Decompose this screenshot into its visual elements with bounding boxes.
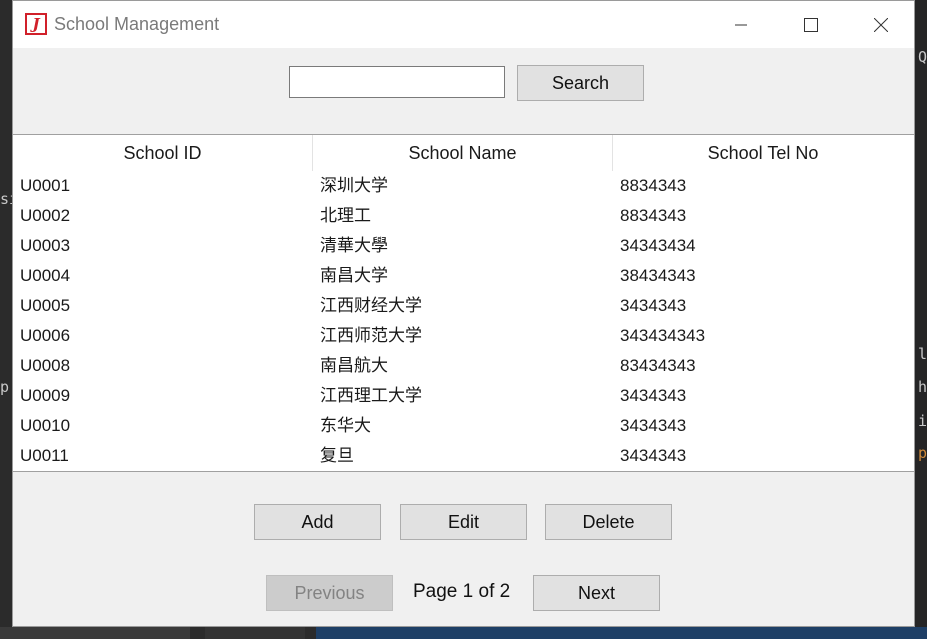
add-button[interactable]: Add bbox=[254, 504, 381, 540]
background-text: i bbox=[918, 412, 927, 430]
page-indicator: Page 1 of 2 bbox=[413, 581, 511, 602]
cell-school-id: U0006 bbox=[20, 326, 71, 345]
cell-school-name: 清華大學 bbox=[320, 236, 388, 255]
table-row[interactable]: U0005 江西财经大学 3434343 bbox=[13, 291, 913, 321]
cell-school-id: U0001 bbox=[20, 176, 71, 195]
close-button[interactable] bbox=[858, 1, 904, 48]
previous-button[interactable]: Previous bbox=[266, 575, 393, 611]
cell-school-id: U0011 bbox=[20, 446, 69, 465]
background-text: Q bbox=[918, 48, 927, 66]
background-text: h bbox=[918, 378, 927, 396]
cell-school-name: 江西财经大学 bbox=[320, 296, 422, 315]
cell-school-id: U0008 bbox=[20, 356, 71, 375]
schools-table[interactable]: School ID School Name School Tel No U000… bbox=[13, 134, 914, 472]
table-row[interactable]: U0001 深圳大学 8834343 bbox=[13, 171, 913, 201]
minimize-icon bbox=[735, 24, 747, 25]
cell-school-name: 东华大 bbox=[320, 416, 371, 435]
table-row[interactable]: U0008 南昌航大 83434343 bbox=[13, 351, 913, 381]
table-row[interactable]: U0004 南昌大学 38434343 bbox=[13, 261, 913, 291]
next-button[interactable]: Next bbox=[533, 575, 660, 611]
cell-school-tel: 3434343 bbox=[620, 416, 687, 435]
cell-school-tel: 343434343 bbox=[620, 326, 706, 345]
background-text: p bbox=[0, 378, 10, 396]
main-window: J School Management Search School ID Sch… bbox=[12, 0, 915, 627]
search-button[interactable]: Search bbox=[517, 65, 644, 101]
column-header-school-id[interactable]: School ID bbox=[13, 135, 313, 171]
app-logo-icon: J bbox=[25, 13, 47, 35]
background-taskbar-left bbox=[0, 627, 190, 639]
cell-school-name: 江西理工大学 bbox=[320, 386, 422, 405]
cell-school-id: U0010 bbox=[20, 416, 71, 435]
table-row[interactable]: U0011 复旦 3434343 bbox=[13, 441, 913, 471]
cell-school-tel: 3434343 bbox=[620, 296, 687, 315]
cell-school-id: U0004 bbox=[20, 266, 71, 285]
background-text: p bbox=[918, 444, 927, 462]
minimize-button[interactable] bbox=[718, 1, 764, 48]
cell-school-name: 北理工 bbox=[320, 206, 371, 225]
cell-school-name: 江西师范大学 bbox=[320, 326, 422, 345]
window-title: School Management bbox=[54, 14, 220, 34]
background-text: l bbox=[918, 345, 927, 363]
table-row[interactable]: U0010 东华大 3434343 bbox=[13, 411, 913, 441]
cell-school-id: U0005 bbox=[20, 296, 71, 315]
table-row[interactable]: U0003 清華大學 34343434 bbox=[13, 231, 913, 261]
table-row[interactable]: U0002 北理工 8834343 bbox=[13, 201, 913, 231]
background-statusbar bbox=[316, 627, 927, 639]
background-right bbox=[915, 0, 927, 639]
table-row[interactable]: U0006 江西师范大学 343434343 bbox=[13, 321, 913, 351]
cell-school-tel: 83434343 bbox=[620, 356, 696, 375]
title-bar[interactable]: J School Management bbox=[13, 1, 914, 48]
table-header: School ID School Name School Tel No bbox=[13, 135, 913, 171]
cell-school-name: 南昌航大 bbox=[320, 356, 388, 375]
cell-school-tel: 3434343 bbox=[620, 386, 687, 405]
cell-school-id: U0002 bbox=[20, 206, 71, 225]
cell-school-tel: 3434343 bbox=[620, 446, 687, 465]
search-input[interactable] bbox=[289, 66, 505, 98]
cell-school-tel: 8834343 bbox=[620, 176, 687, 195]
column-header-school-tel[interactable]: School Tel No bbox=[613, 135, 913, 171]
table-row[interactable]: U0009 江西理工大学 3434343 bbox=[13, 381, 913, 411]
cell-school-name: 复旦 bbox=[320, 446, 354, 465]
delete-button[interactable]: Delete bbox=[545, 504, 672, 540]
cell-school-tel: 34343434 bbox=[620, 236, 696, 255]
maximize-icon bbox=[804, 17, 818, 32]
maximize-button[interactable] bbox=[788, 1, 834, 48]
cell-school-tel: 8834343 bbox=[620, 206, 687, 225]
table-body: U0001 深圳大学 8834343 U0002 北理工 8834343 U00… bbox=[13, 171, 913, 471]
close-icon bbox=[874, 17, 888, 32]
cell-school-name: 南昌大学 bbox=[320, 266, 388, 285]
column-header-school-name[interactable]: School Name bbox=[313, 135, 613, 171]
cell-school-name: 深圳大学 bbox=[320, 176, 388, 195]
cell-school-id: U0003 bbox=[20, 236, 71, 255]
cell-school-tel: 38434343 bbox=[620, 266, 696, 285]
edit-button[interactable]: Edit bbox=[400, 504, 527, 540]
background-taskbar-mid bbox=[205, 627, 305, 639]
cell-school-id: U0009 bbox=[20, 386, 71, 405]
background-left bbox=[0, 0, 12, 627]
